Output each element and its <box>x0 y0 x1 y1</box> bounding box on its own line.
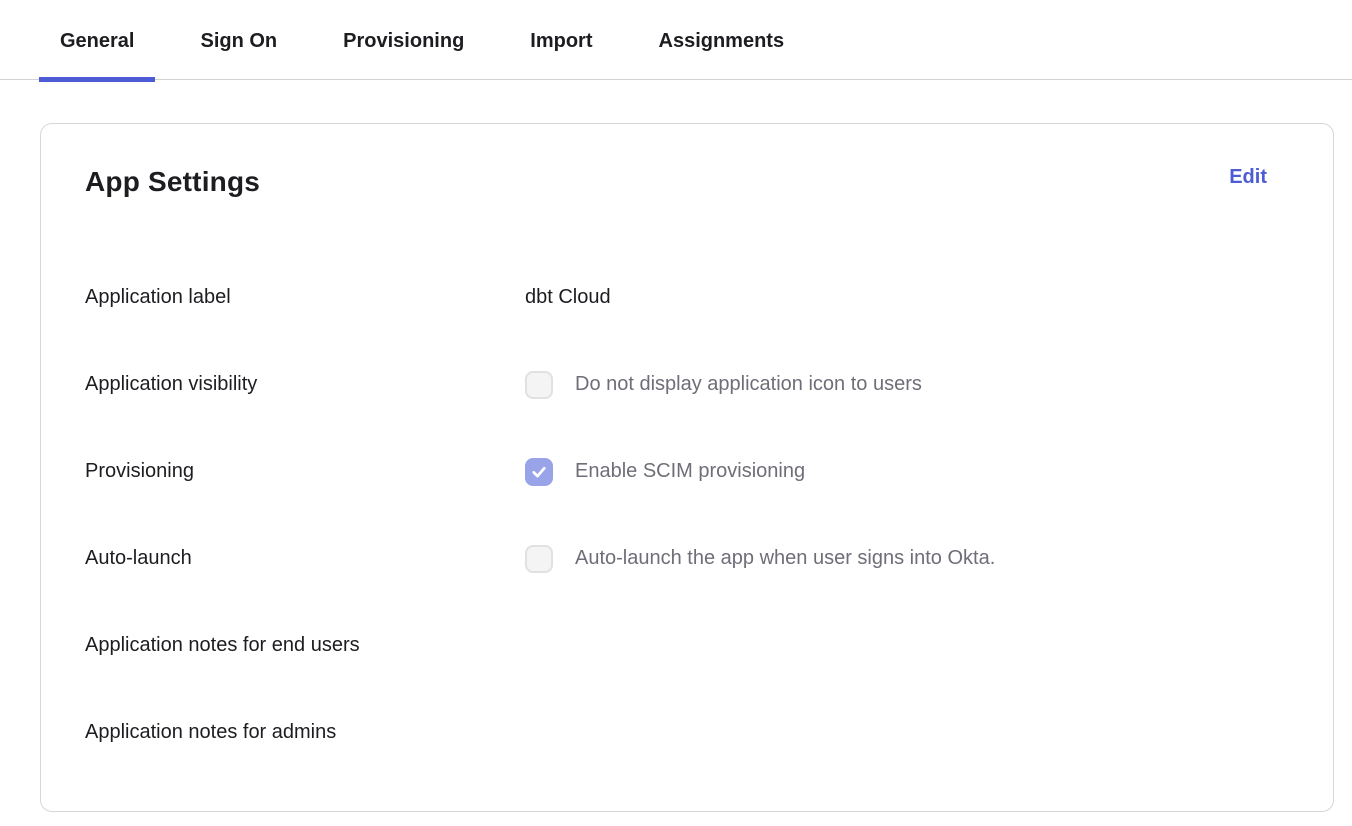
tab-general[interactable]: General <box>39 30 155 79</box>
tab-import[interactable]: Import <box>509 30 613 79</box>
field-label-application-label: Application label <box>85 286 525 309</box>
field-label-provisioning: Provisioning <box>85 460 525 483</box>
checkmark-icon <box>530 463 548 481</box>
edit-button[interactable]: Edit <box>1229 166 1267 189</box>
tab-assignments[interactable]: Assignments <box>638 30 806 79</box>
field-label-notes-admins: Application notes for admins <box>85 721 525 744</box>
checkbox-application-visibility <box>525 371 553 399</box>
field-value-application-label: dbt Cloud <box>525 286 611 309</box>
checkbox-provisioning <box>525 458 553 486</box>
tab-provisioning[interactable]: Provisioning <box>322 30 485 79</box>
field-label-auto-launch: Auto-launch <box>85 547 525 570</box>
row-application-visibility: Application visibility Do not display ap… <box>41 341 1333 428</box>
row-notes-admins: Application notes for admins <box>41 689 1333 776</box>
field-label-application-visibility: Application visibility <box>85 373 525 396</box>
card-header: App Settings Edit <box>41 124 1333 198</box>
checkbox-label-application-visibility: Do not display application icon to users <box>575 373 922 396</box>
field-label-notes-end-users: Application notes for end users <box>85 634 525 657</box>
tab-bar: General Sign On Provisioning Import Assi… <box>0 0 1352 80</box>
row-notes-end-users: Application notes for end users <box>41 602 1333 689</box>
row-auto-launch: Auto-launch Auto-launch the app when use… <box>41 515 1333 602</box>
checkbox-label-provisioning: Enable SCIM provisioning <box>575 460 805 483</box>
app-settings-card: App Settings Edit Application label dbt … <box>40 123 1334 812</box>
page-title: App Settings <box>85 166 260 198</box>
row-application-label: Application label dbt Cloud <box>41 254 1333 341</box>
settings-rows: Application label dbt Cloud Application … <box>41 254 1333 776</box>
tab-sign-on[interactable]: Sign On <box>179 30 298 79</box>
row-provisioning: Provisioning Enable SCIM provisioning <box>41 428 1333 515</box>
checkbox-label-auto-launch: Auto-launch the app when user signs into… <box>575 547 995 570</box>
checkbox-auto-launch <box>525 545 553 573</box>
